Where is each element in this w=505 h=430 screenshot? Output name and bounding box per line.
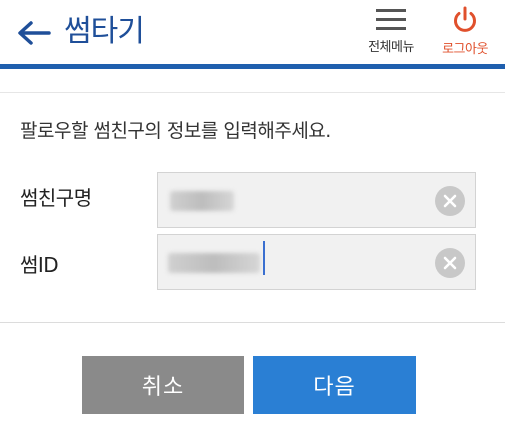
- some-id-label: 썸ID: [20, 253, 59, 277]
- divider: [0, 322, 505, 323]
- arrow-left-icon: [18, 21, 51, 45]
- redacted-text: [170, 191, 234, 211]
- hamburger-icon: [376, 9, 406, 30]
- divider: [0, 92, 505, 93]
- clear-icon: [443, 256, 457, 270]
- page-title: 썸타기: [64, 14, 145, 49]
- power-icon: [454, 6, 476, 32]
- full-menu-label: 전체메뉴: [368, 40, 414, 55]
- clear-friend-name-button[interactable]: [435, 186, 465, 216]
- clear-icon: [443, 194, 457, 208]
- full-menu-button[interactable]: 전체메뉴: [360, 6, 422, 62]
- redacted-text: [168, 253, 260, 273]
- cancel-button[interactable]: 취소: [82, 356, 244, 414]
- some-id-input[interactable]: [157, 234, 476, 290]
- header-accent-bar: [0, 64, 505, 69]
- clear-some-id-button[interactable]: [435, 248, 465, 278]
- friend-name-label: 썸친구명: [20, 186, 92, 210]
- logout-button[interactable]: 로그아웃: [432, 6, 498, 62]
- logout-label: 로그아웃: [442, 42, 488, 57]
- friend-name-input[interactable]: [157, 172, 476, 228]
- text-caret: [263, 241, 265, 275]
- app-header: 썸타기 전체메뉴 로그아웃: [0, 0, 505, 64]
- instruction-text: 팔로우할 썸친구의 정보를 입력해주세요.: [20, 120, 331, 142]
- back-button[interactable]: [14, 16, 54, 50]
- next-button[interactable]: 다음: [253, 356, 416, 414]
